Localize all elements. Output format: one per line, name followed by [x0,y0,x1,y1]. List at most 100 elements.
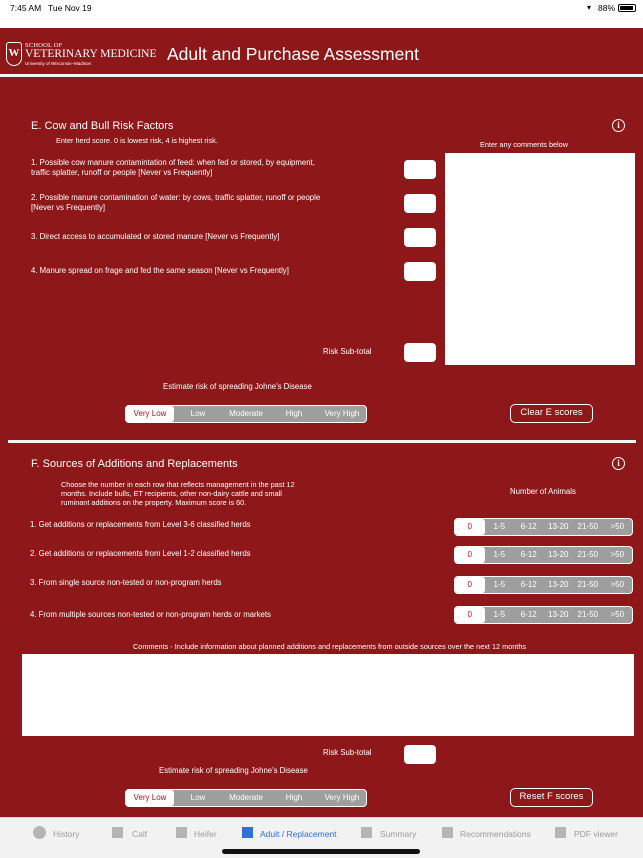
count-option-over-50[interactable]: >50 [603,577,633,593]
tab-label: Heifer [194,829,217,839]
section-e-estimate-label: Estimate risk of spreading Johne's Disea… [163,382,312,391]
count-option-1-5[interactable]: 1-5 [485,547,515,563]
section-f-risk-selector: Very Low Low Moderate High Very High [125,789,367,807]
section-e-comments-input[interactable] [445,153,635,365]
status-date: Tue Nov 19 [48,3,92,13]
question-e1: 1. Possible cow manure contamintation of… [31,158,315,177]
battery-percent: 88% [598,3,616,13]
section-f-instructions: Choose the number in each row that refle… [61,480,295,507]
wifi-icon: ▾ [587,3,592,12]
section-f-title: F. Sources of Additions and Replacements [31,458,238,470]
risk-option-very-low[interactable]: Very Low [126,406,174,422]
tab-label: PDF viewer [574,829,618,839]
main-content: W SCHOOL OF VETERINARY MEDICINE Universi… [0,28,643,817]
square-icon [112,827,123,838]
count-option-over-50[interactable]: >50 [603,547,633,563]
risk-option-very-high[interactable]: Very High [318,406,366,422]
tab-label: Summary [380,829,417,839]
question-f2: 2. Get additions or replacements from Le… [30,549,251,558]
count-option-0[interactable]: 0 [455,607,485,623]
square-icon [555,827,566,838]
section-f-comments-input[interactable] [22,654,634,736]
count-option-13-20[interactable]: 13-20 [544,519,574,535]
count-option-1-5[interactable]: 1-5 [485,607,515,623]
square-icon [176,827,187,838]
tab-label: Adult / Replacement [260,829,337,839]
logo-line-2: VETERINARY MEDICINE [25,48,157,60]
section-f-estimate-label: Estimate risk of spreading Johne's Disea… [159,766,308,775]
count-option-6-12[interactable]: 6-12 [514,547,544,563]
animal-count-selector-f1: 0 1-5 6-12 13-20 21-50 >50 [454,518,633,536]
count-option-1-5[interactable]: 1-5 [485,519,515,535]
animal-count-selector-f2: 0 1-5 6-12 13-20 21-50 >50 [454,546,633,564]
tab-label: History [53,829,80,839]
logo-line-3: University of Wisconsin–Madison [25,61,92,66]
score-input-e1[interactable] [404,160,436,179]
count-option-6-12[interactable]: 6-12 [514,607,544,623]
tab-label: Calf [132,829,148,839]
question-e4: 4. Manure spread on frage and fed the sa… [31,266,289,275]
score-input-e3[interactable] [404,228,436,247]
battery-icon [618,4,636,12]
reset-f-scores-button[interactable]: Reset F scores [510,788,593,807]
count-option-over-50[interactable]: >50 [603,607,633,623]
question-f1: 1. Get additions or replacements from Le… [30,520,251,529]
question-f4: 4. From multiple sources non-tested or n… [30,610,271,619]
header-divider [0,74,643,77]
risk-option-moderate[interactable]: Moderate [222,406,270,422]
school-logo: W SCHOOL OF VETERINARY MEDICINE Universi… [6,42,157,68]
tab-label: Recommendations [460,829,531,839]
score-input-e2[interactable] [404,194,436,213]
count-option-13-20[interactable]: 13-20 [544,607,574,623]
count-option-6-12[interactable]: 6-12 [514,577,544,593]
question-e2: 2. Possible manure contamination of wate… [31,193,321,212]
section-divider [8,440,636,443]
count-option-21-50[interactable]: 21-50 [573,577,603,593]
count-option-21-50[interactable]: 21-50 [573,547,603,563]
crest-icon: W [6,42,22,66]
section-e-risk-selector: Very Low Low Moderate High Very High [125,405,367,423]
section-f-comments-label: Comments - Include information about pla… [133,642,527,651]
question-e3: 3. Direct access to accumulated or store… [31,232,280,241]
header: W SCHOOL OF VETERINARY MEDICINE Universi… [0,28,643,76]
section-e-subtotal-label: Risk Sub-total [323,347,372,356]
square-icon [361,827,372,838]
count-option-21-50[interactable]: 21-50 [573,519,603,535]
count-option-0[interactable]: 0 [455,547,485,563]
square-icon [242,827,253,838]
score-input-e4[interactable] [404,262,436,281]
risk-option-low[interactable]: Low [174,790,222,806]
count-option-13-20[interactable]: 13-20 [544,547,574,563]
section-e-comments-label: Enter any comments below [480,140,569,149]
square-icon [442,827,453,838]
circle-icon [33,826,46,839]
section-f-subtotal-field [404,745,436,764]
status-time: 7:45 AM [10,3,42,13]
count-option-0[interactable]: 0 [455,577,485,593]
animal-count-selector-f3: 0 1-5 6-12 13-20 21-50 >50 [454,576,633,594]
section-e-title: E. Cow and Bull Risk Factors [31,120,174,132]
count-option-6-12[interactable]: 6-12 [514,519,544,535]
status-bar: 7:45 AM Tue Nov 19 ▾ 88% [0,0,643,28]
risk-option-moderate[interactable]: Moderate [222,790,270,806]
question-f3: 3. From single source non-tested or non-… [30,578,222,587]
number-of-animals-header: Number of Animals [510,487,576,496]
risk-option-high[interactable]: High [270,406,318,422]
risk-option-high[interactable]: High [270,790,318,806]
risk-option-low[interactable]: Low [174,406,222,422]
risk-option-very-high[interactable]: Very High [318,790,366,806]
count-option-13-20[interactable]: 13-20 [544,577,574,593]
animal-count-selector-f4: 0 1-5 6-12 13-20 21-50 >50 [454,606,633,624]
risk-option-very-low[interactable]: Very Low [126,790,174,806]
clear-e-scores-button[interactable]: Clear E scores [510,404,593,423]
section-e-subtotal-field [404,343,436,362]
count-option-0[interactable]: 0 [455,519,485,535]
info-icon[interactable]: i [612,457,625,470]
section-e-instructions: Enter herd score. 0 is lowest risk, 4 is… [56,136,218,145]
count-option-21-50[interactable]: 21-50 [573,607,603,623]
info-icon[interactable]: i [612,119,625,132]
home-indicator[interactable] [222,849,420,854]
count-option-over-50[interactable]: >50 [603,519,633,535]
section-f-subtotal-label: Risk Sub-total [323,748,372,757]
count-option-1-5[interactable]: 1-5 [485,577,515,593]
